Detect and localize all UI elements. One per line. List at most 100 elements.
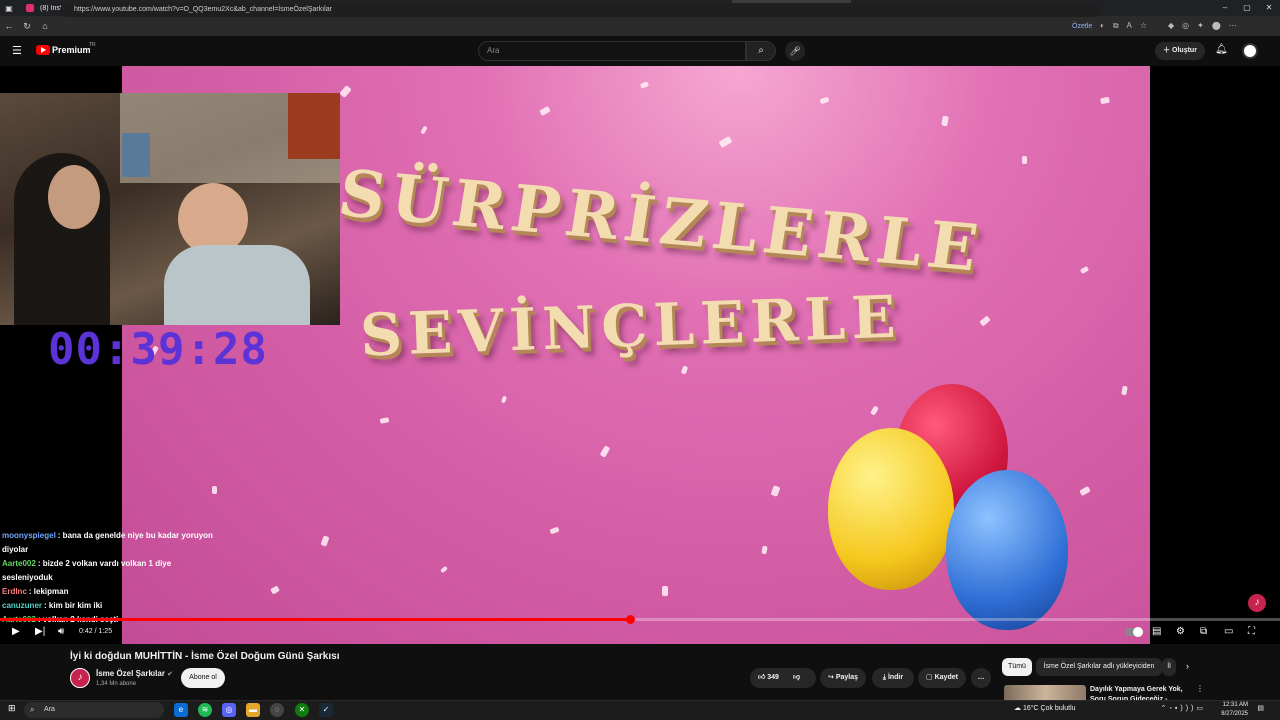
instagram-icon [26, 4, 34, 12]
url-field[interactable]: https://www.youtube.com/watch?v=O_QQ3emu… [60, 3, 1100, 17]
search-input[interactable]: Ara [478, 41, 746, 61]
overlay-text-line2: SEVİNÇLERLE [358, 282, 903, 370]
channel-watermark-icon[interactable]: ♪ [1248, 594, 1266, 612]
summarize-button[interactable]: Özetle [1072, 23, 1092, 30]
more-actions-button[interactable]: … [971, 668, 991, 688]
browser-toolbar-icons[interactable]: ◐⧉A☆ [1100, 21, 1155, 31]
download-button[interactable]: ⤓ İndir [872, 668, 914, 688]
xbox-icon[interactable]: ✕ [295, 703, 309, 717]
channel-name[interactable]: İsme Özel Şarkılar ✔ [96, 669, 173, 678]
blue-balloon [946, 470, 1068, 630]
search-icon[interactable]: ⌕ [746, 41, 776, 61]
back-icon[interactable]: ← [0, 21, 18, 31]
weather-text: 16°C Çok bulutlu [1022, 705, 1076, 712]
create-button[interactable]: ＋ Oluştur [1155, 42, 1205, 60]
fullscreen-icon[interactable]: ⛶ [1248, 626, 1255, 637]
microphone-icon[interactable]: 🎤︎ [785, 41, 805, 61]
confetti-piece [1121, 385, 1128, 396]
confetti-piece [941, 115, 949, 127]
confetti-piece [500, 395, 508, 404]
filter-chip[interactable]: Tümü [1002, 658, 1032, 676]
maximize-icon[interactable]: ▢ [1236, 0, 1258, 16]
chat-text: : kim bir kim iki [44, 601, 103, 610]
confetti-piece [680, 365, 689, 375]
windows-start-icon[interactable]: ⊞ [8, 703, 16, 714]
channel-avatar[interactable]: ♪ [70, 668, 90, 688]
confetti-piece [320, 535, 330, 547]
tray-icons[interactable]: ⌃◦▪)))▭ [1161, 704, 1206, 712]
confetti-piece [539, 105, 551, 117]
chevron-right-icon[interactable]: › [1186, 661, 1189, 671]
dislike-icon[interactable]: 👎︎ [793, 668, 800, 688]
theater-mode-icon[interactable]: ▭ [1224, 626, 1233, 637]
save-button[interactable]: ▢ Kaydet [918, 668, 966, 688]
clock[interactable]: 12:31 AM 8/27/2025 [1221, 701, 1248, 719]
share-button[interactable]: ↪ Paylaş [820, 668, 866, 688]
chat-message: Erdlnc: lekipman [2, 585, 222, 599]
confetti-piece [549, 526, 560, 535]
confetti-piece [1022, 156, 1027, 164]
browser-menu-icon[interactable]: ▣ [0, 4, 18, 13]
taskbar-search-icon: ⌕ [30, 705, 35, 714]
recommended-title[interactable]: Dayılık Yapmaya Gerek Yok, Soru Sorup Gi… [1090, 685, 1190, 700]
play-icon[interactable]: ▶ [12, 626, 20, 637]
notification-center-icon[interactable]: ▤ [1257, 704, 1264, 712]
home-icon[interactable]: ⌂ [36, 21, 54, 31]
progress-bar[interactable] [0, 615, 1280, 624]
clock-time: 12:31 AM [1222, 702, 1248, 708]
stream-chat-overlay: moonyspiegel: bana da genelde niye bu ka… [2, 529, 222, 627]
like-button[interactable]: 👍︎ 349 [758, 674, 779, 681]
notifications-bell-icon[interactable]: 🔔︎ [1215, 44, 1228, 55]
settings-gear-icon[interactable]: ⚙ [1176, 626, 1185, 637]
webcam-overlay [0, 93, 340, 325]
filter-chip[interactable]: İsme Özel Şarkılar adlı yükleyiciden [1036, 658, 1162, 676]
close-window-icon[interactable]: ✕ [1258, 0, 1280, 16]
extension-icons[interactable]: ◆◎✦⬤⋯ [1168, 21, 1245, 30]
share-label: Paylaş [835, 674, 858, 681]
subtitles-icon[interactable]: ▤ [1152, 626, 1161, 637]
miniplayer-icon[interactable]: ⧉ [1200, 626, 1207, 637]
filter-chip[interactable]: İl [1162, 658, 1176, 676]
chat-text: : lekipman [28, 587, 69, 596]
avatar[interactable] [1242, 43, 1258, 59]
youtube-logo-icon[interactable] [36, 45, 50, 55]
time-display: 0:42 / 1:25 [79, 628, 113, 635]
minimize-icon[interactable]: – [1214, 0, 1236, 16]
progress-scrubber[interactable] [625, 615, 635, 624]
confetti-piece [1079, 485, 1091, 497]
hamburger-menu-icon[interactable]: ☰ [12, 44, 22, 57]
chat-message: canuzuner: kim bir kim iki [2, 599, 222, 613]
confetti-piece [770, 485, 781, 497]
edge-icon[interactable]: e [174, 703, 188, 717]
chat-message: Aarte002: bizde 2 volkan vardı volkan 1 … [2, 557, 222, 585]
taskbar-search[interactable]: ⌕ Ara [24, 702, 164, 718]
taskbar-search-placeholder: Ara [44, 706, 55, 713]
create-label: Oluştur [1172, 47, 1197, 54]
autoplay-toggle[interactable] [1125, 627, 1143, 637]
window-controls: – ▢ ✕ [1214, 0, 1280, 16]
steam-icon[interactable]: ✓ [319, 703, 333, 717]
confetti-piece [420, 125, 428, 135]
country-code: TR [89, 42, 96, 48]
volume-icon[interactable]: 🔊︎ [58, 626, 64, 637]
next-icon[interactable]: ▶| [35, 626, 45, 637]
app-icon[interactable]: ◌ [270, 703, 284, 717]
discord-icon[interactable]: ◎ [222, 703, 236, 717]
subscriber-count: 1,34 Mn abone [96, 681, 137, 687]
confetti-piece [270, 585, 280, 595]
subscribe-button[interactable]: Abone ol [181, 668, 225, 688]
recommended-more-icon[interactable]: ⋮ [1196, 684, 1204, 693]
file-explorer-icon[interactable]: ▬ [246, 703, 260, 717]
video-player[interactable]: SÜRPRİZLERLE SEVİNÇLERLE 00:39:28 moonys… [0, 66, 1280, 644]
weather-widget[interactable]: ☁ 16°C Çok bulutlu [1014, 704, 1094, 712]
recommended-thumbnail[interactable] [1004, 685, 1086, 701]
spotify-icon[interactable]: ≋ [198, 703, 212, 717]
youtube-premium-logo[interactable]: Premium [52, 45, 91, 55]
streamer-right-figure [164, 245, 310, 325]
chat-message: moonyspiegel: bana da genelde niye bu ka… [2, 529, 222, 557]
chat-username: moonyspiegel [2, 531, 56, 540]
like-count: 349 [767, 674, 779, 681]
verified-icon: ✔ [167, 671, 174, 678]
reload-icon[interactable]: ↻ [18, 21, 36, 32]
like-dislike-group: 👍︎ 349 👎︎ [750, 668, 816, 688]
